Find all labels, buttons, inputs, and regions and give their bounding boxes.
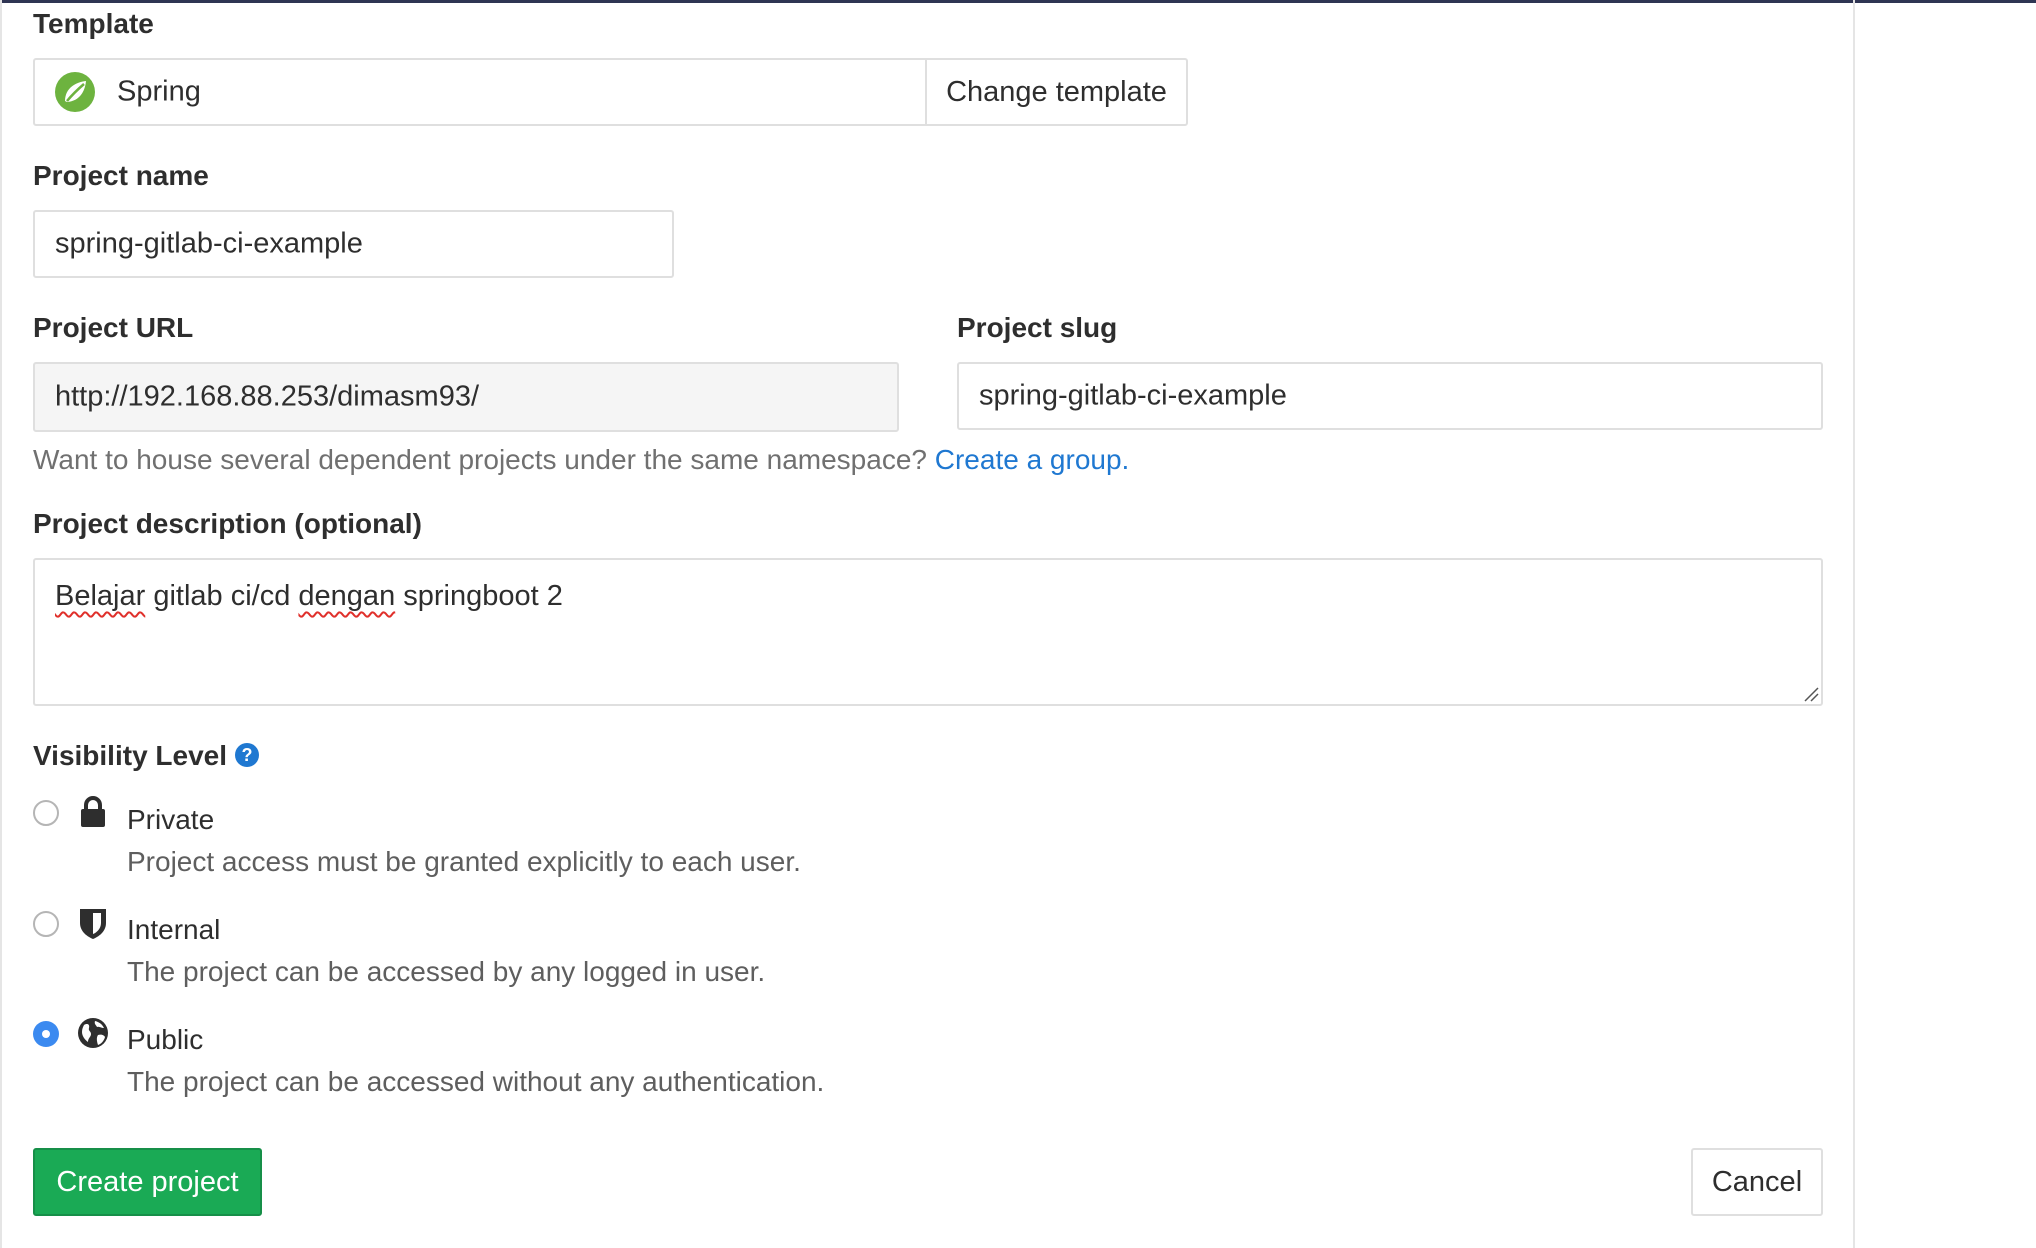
globe-icon xyxy=(78,1018,108,1048)
radio-internal[interactable] xyxy=(33,911,59,937)
visibility-option-desc-private: Project access must be granted explicitl… xyxy=(127,846,801,877)
lock-icon xyxy=(81,796,105,827)
visibility-option-desc-internal: The project can be accessed by any logge… xyxy=(127,956,766,987)
shield-icon xyxy=(80,909,106,939)
radio-private[interactable] xyxy=(33,800,59,826)
change-template-button[interactable]: Change template xyxy=(927,60,1186,124)
project-slug-input[interactable]: spring-gitlab-ci-example xyxy=(957,362,1823,430)
cancel-button[interactable]: Cancel xyxy=(1691,1148,1823,1216)
project-name-label: Project name xyxy=(33,160,209,191)
left-border xyxy=(0,0,2,1248)
visibility-option-title-internal: Internal xyxy=(127,914,221,945)
visibility-level-text: Visibility Level xyxy=(33,740,228,771)
project-url-label: Project URL xyxy=(33,312,194,343)
visibility-option-title-public: Public xyxy=(127,1024,204,1055)
project-description-label: Project description (optional) xyxy=(33,508,422,539)
description-text-tail: springboot 2 xyxy=(395,580,563,612)
project-url-value: http://192.168.88.253/dimasm93/ xyxy=(55,380,480,413)
project-name-value: spring-gitlab-ci-example xyxy=(55,227,363,260)
spellcheck-word: Belajar xyxy=(55,580,146,612)
namespace-help-message: Want to house several dependent projects… xyxy=(33,444,927,475)
description-text-part: gitlab ci/cd xyxy=(145,580,299,612)
namespace-help-text: Want to house several dependent projects… xyxy=(33,444,1129,476)
spellcheck-word: dengan xyxy=(298,580,396,612)
create-project-button[interactable]: Create project xyxy=(33,1148,262,1216)
project-slug-value: spring-gitlab-ci-example xyxy=(979,379,1287,412)
help-icon[interactable]: ? xyxy=(235,742,260,767)
project-slug-label: Project slug xyxy=(957,312,1118,343)
project-url-field: http://192.168.88.253/dimasm93/ xyxy=(33,362,899,432)
create-group-link[interactable]: Create a group. xyxy=(935,444,1130,475)
visibility-option-desc-public: The project can be accessed without any … xyxy=(127,1066,825,1097)
spring-logo-icon xyxy=(55,72,95,112)
visibility-option-title-private: Private xyxy=(127,804,215,835)
project-description-textarea[interactable]: Belajar gitlab ci/cd dengan springboot 2 xyxy=(33,558,1823,706)
template-label: Template xyxy=(33,8,154,39)
template-selector: Spring Change template xyxy=(33,58,1188,126)
top-border xyxy=(0,0,2036,3)
project-description-value: Belajar gitlab ci/cd dengan springboot 2 xyxy=(55,580,563,613)
resize-grip-icon[interactable] xyxy=(1803,686,1819,702)
project-name-input[interactable]: spring-gitlab-ci-example xyxy=(33,210,674,278)
selected-template-name: Spring xyxy=(117,75,201,108)
right-panel-border xyxy=(1853,0,1855,1248)
visibility-level-label: Visibility Level? xyxy=(33,740,260,772)
radio-public[interactable] xyxy=(33,1021,59,1047)
